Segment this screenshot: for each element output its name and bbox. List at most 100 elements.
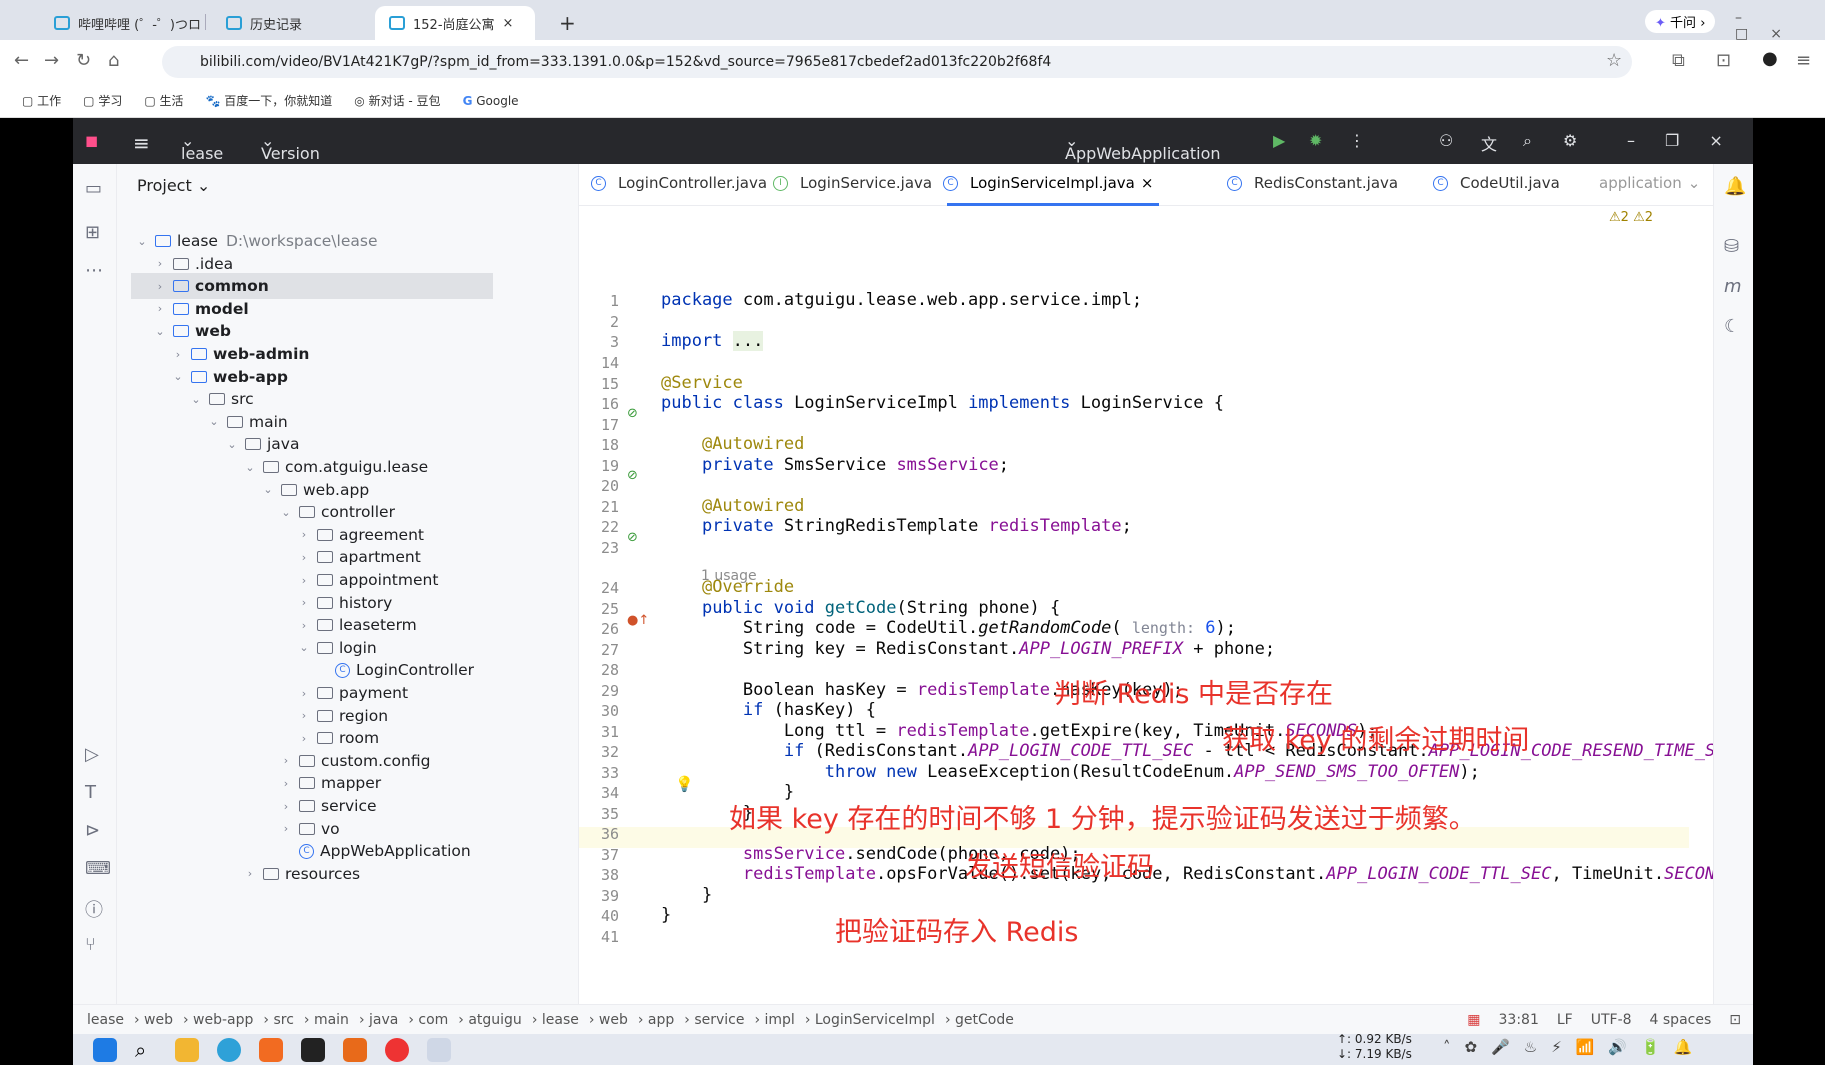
chevron-right-icon[interactable]: › — [153, 257, 167, 270]
chevron-right-icon[interactable]: › — [297, 528, 311, 541]
tree-item[interactable]: › resources — [117, 861, 360, 887]
breadcrumb-item[interactable]: › impl — [754, 1012, 794, 1028]
code-line[interactable]: } — [661, 905, 671, 925]
code-line[interactable]: String key = RedisConstant.APP_LOGIN_PRE… — [661, 639, 1275, 659]
project-tool-icon[interactable]: ▭ — [85, 178, 102, 199]
chevron-right-icon[interactable]: › — [279, 777, 293, 790]
close-icon[interactable]: × — [503, 16, 514, 31]
line-separator[interactable]: LF — [1557, 1012, 1573, 1028]
structure-tool-icon[interactable]: ⊞ — [85, 222, 100, 243]
sublime-icon[interactable] — [343, 1038, 367, 1062]
ide-window-controls[interactable]: –❐× — [1627, 131, 1753, 150]
breadcrumb-item[interactable]: › java — [359, 1012, 398, 1028]
database-icon[interactable]: ⛁ — [1724, 236, 1739, 257]
app-icon[interactable] — [259, 1038, 283, 1062]
forward-icon[interactable]: → — [44, 50, 59, 71]
editor-tab-active[interactable]: C LoginServiceImpl.java × — [943, 174, 1153, 192]
translate-icon[interactable]: 文 — [1481, 131, 1497, 155]
chevron-down-icon[interactable]: ⌄ — [153, 325, 167, 338]
chevron-down-icon[interactable]: ⌄ — [171, 370, 185, 383]
chevron-right-icon[interactable]: › — [153, 302, 167, 315]
chevron-down-icon[interactable]: ⌄ — [279, 506, 293, 519]
code-line[interactable]: private SmsService smsService; — [661, 455, 1009, 475]
project-panel-title[interactable]: Project ⌄ — [137, 176, 210, 195]
breadcrumb-item[interactable]: lease — [87, 1012, 124, 1028]
edge-icon[interactable] — [217, 1038, 241, 1062]
git-tool-icon[interactable]: ⑂ — [85, 934, 96, 955]
build-tool-icon[interactable]: T — [85, 782, 96, 803]
bookmark-item[interactable]: 🐾 百度一下，你就知道 — [206, 92, 333, 109]
bean-icon[interactable]: ⊘ — [627, 406, 638, 421]
chevron-down-icon[interactable]: ⌄ — [297, 641, 311, 654]
project-switcher[interactable]: lease ⌄ — [181, 131, 223, 163]
code-line[interactable]: } — [661, 885, 712, 905]
code-line[interactable]: @Autowired — [661, 434, 804, 454]
caret-position[interactable]: 33:81 — [1499, 1012, 1539, 1028]
editor-tab[interactable]: C CodeUtil.java — [1433, 174, 1560, 192]
chevron-down-icon[interactable]: ⌄ — [135, 235, 149, 248]
code-line[interactable]: redisTemplate.opsForValue().set(key, cod… — [661, 864, 1756, 884]
chevron-right-icon[interactable]: › — [279, 822, 293, 835]
new-tab-button[interactable]: + — [545, 6, 590, 40]
close-icon[interactable]: × — [1141, 174, 1154, 192]
menu-icon[interactable]: ≡ — [1796, 50, 1811, 71]
chevron-down-icon[interactable]: ⌄ — [189, 393, 203, 406]
code-line[interactable]: public void getCode(String phone) { — [661, 598, 1060, 618]
browser-tab-active[interactable]: 152-尚庭公寓 × — [375, 6, 535, 40]
more-icon[interactable]: ⋮ — [1349, 131, 1365, 150]
editor-tab[interactable]: C LoginController.java — [591, 174, 767, 192]
home-icon[interactable]: ⌂ — [108, 50, 119, 71]
chevron-right-icon[interactable]: › — [297, 596, 311, 609]
bookmark-item[interactable]: ▢ 学习 — [83, 92, 122, 109]
settings-icon[interactable]: ⚙ — [1563, 131, 1577, 150]
address-bar[interactable]: bilibili.com/video/BV1At421K7gP/?spm_id_… — [162, 46, 1632, 78]
code-line[interactable]: package com.atguigu.lease.web.app.servic… — [661, 290, 1142, 310]
code-line[interactable]: if (hasKey) { — [661, 700, 876, 720]
code-line[interactable]: private StringRedisTemplate redisTemplat… — [661, 516, 1132, 536]
breadcrumb-item[interactable]: › LoginServiceImpl — [805, 1012, 935, 1028]
chevron-down-icon[interactable]: ⌄ — [243, 461, 257, 474]
search-icon[interactable]: ⌕ — [135, 1038, 159, 1062]
debug-icon[interactable]: ✹ — [1309, 131, 1322, 150]
usage-hint[interactable]: 1 usage — [701, 568, 757, 584]
run-config-select[interactable]: AppWebApplication ⌄ — [1065, 131, 1221, 163]
breadcrumb-item[interactable]: › main — [304, 1012, 349, 1028]
browser-tab-bilibili[interactable]: 哔哩哔哩 (゜-゜)つロ — [40, 6, 215, 40]
editor-tab[interactable]: application ⌄ — [1599, 174, 1700, 192]
terminal-tool-icon[interactable]: ⌨ — [85, 858, 111, 879]
chevron-right-icon[interactable]: › — [297, 687, 311, 700]
chevron-right-icon[interactable]: › — [297, 709, 311, 722]
editor-tab[interactable]: C RedisConstant.java — [1227, 174, 1398, 192]
run-icon[interactable]: ▶ — [1273, 131, 1285, 150]
notifications-icon[interactable]: 🔔 — [1724, 176, 1746, 197]
bookmark-item[interactable]: ▢ 生活 — [144, 92, 183, 109]
code-line[interactable]: String code = CodeUtil.getRandomCode( le… — [661, 618, 1236, 638]
breadcrumb-item[interactable]: › getCode — [945, 1012, 1014, 1028]
chevron-right-icon[interactable]: › — [297, 574, 311, 587]
browser-tab-history[interactable]: 历史记录 — [212, 6, 316, 40]
terminal-icon[interactable] — [301, 1038, 325, 1062]
indent-setting[interactable]: 4 spaces — [1650, 1012, 1712, 1028]
editor-tab[interactable]: I LoginService.java — [773, 174, 932, 192]
breadcrumb-item[interactable]: › web — [589, 1012, 628, 1028]
chevron-down-icon[interactable]: ⌄ — [261, 483, 275, 496]
lock-icon[interactable]: ⊡ — [1729, 1012, 1741, 1028]
inspection-widget[interactable]: ⚠2 ⚠2 — [1609, 210, 1653, 225]
breadcrumb-item[interactable]: › atguigu — [458, 1012, 522, 1028]
chevron-right-icon[interactable]: › — [279, 800, 293, 813]
code-line[interactable]: if (RedisConstant.APP_LOGIN_CODE_TTL_SEC… — [661, 741, 1746, 761]
code-line[interactable]: import ... — [661, 331, 764, 351]
chevron-down-icon[interactable]: ⌄ — [225, 438, 239, 451]
chevron-right-icon[interactable]: › — [171, 348, 185, 361]
breadcrumb-item[interactable]: › app — [638, 1012, 674, 1028]
bean-icon[interactable]: ⊘ — [627, 468, 638, 483]
lightbulb-icon[interactable]: 💡 — [675, 775, 694, 793]
reload-icon[interactable]: ↻ — [76, 50, 91, 71]
breadcrumb-item[interactable]: › lease — [532, 1012, 579, 1028]
intellij-taskbar-icon[interactable] — [427, 1038, 451, 1062]
problems-tool-icon[interactable]: ⓘ — [85, 896, 103, 922]
bookmark-item[interactable]: ◎ 新对话 - 豆包 — [354, 92, 440, 109]
start-icon[interactable] — [93, 1038, 117, 1062]
back-icon[interactable]: ← — [14, 50, 29, 71]
override-icon[interactable]: ●↑ — [627, 613, 649, 628]
